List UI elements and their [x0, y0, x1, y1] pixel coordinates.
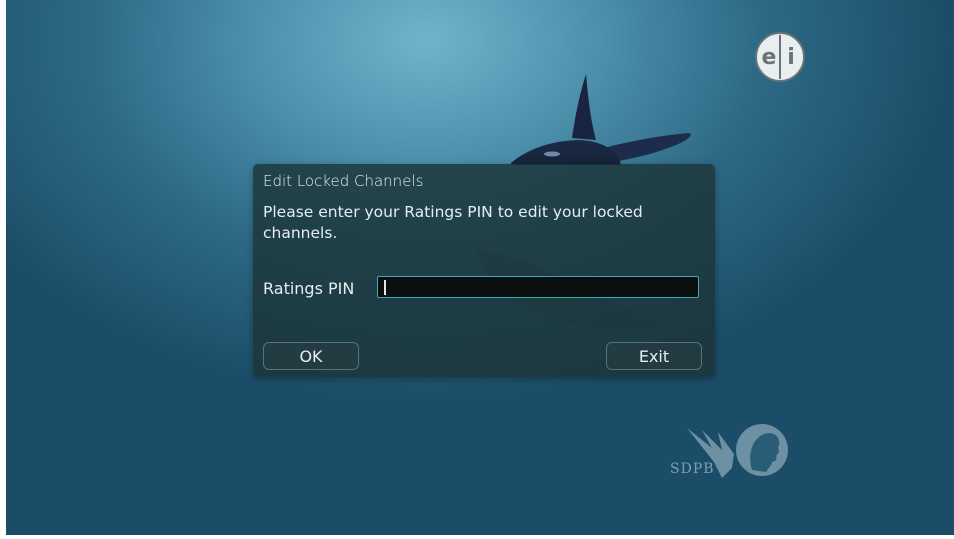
sdpb-logo [687, 424, 788, 478]
bottom-border [0, 535, 954, 539]
ratings-pin-label: Ratings PIN [263, 279, 355, 298]
ratings-pin-input[interactable] [377, 276, 699, 298]
edit-locked-channels-dialog: Edit Locked Channels Please enter your R… [253, 164, 715, 377]
sdpb-text: SDPB [670, 461, 715, 477]
text-cursor [384, 280, 386, 295]
dialog-message: Please enter your Ratings PIN to edit yo… [263, 203, 643, 242]
dialog-title: Edit Locked Channels [263, 172, 424, 190]
ei-letter-e: e [762, 45, 777, 70]
tv-screen: e i SDPB Edit Locked Channels Please ent… [6, 0, 954, 539]
ei-rating-icon: e i [755, 32, 805, 82]
ei-letter-i: i [787, 45, 795, 70]
ok-button[interactable]: OK [263, 342, 359, 370]
exit-button[interactable]: Exit [606, 342, 702, 370]
pbs-head-icon [736, 424, 788, 476]
